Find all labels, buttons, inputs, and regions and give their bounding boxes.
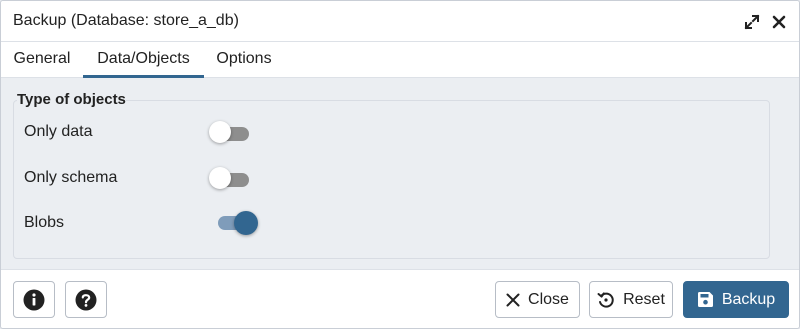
- tab-content: Type of objects Only data Only schema Bl…: [1, 79, 799, 269]
- backup-button-label: Backup: [721, 290, 776, 308]
- dialog-title: Backup (Database: store_a_db): [13, 12, 239, 29]
- close-button-label: Close: [528, 290, 569, 308]
- only-schema-toggle[interactable]: [209, 167, 251, 189]
- toggle-knob: [209, 167, 231, 189]
- type-of-objects-fieldset: [13, 100, 770, 259]
- toggle-knob: [234, 211, 258, 235]
- info-button[interactable]: [13, 281, 55, 318]
- blobs-label: Blobs: [24, 214, 65, 231]
- help-icon: [75, 289, 97, 310]
- tab-options[interactable]: Options: [207, 42, 281, 78]
- tab-general[interactable]: General: [3, 42, 81, 78]
- dialog-titlebar: Backup (Database: store_a_db): [1, 1, 799, 42]
- reset-icon: [597, 291, 614, 308]
- blobs-toggle[interactable]: [218, 211, 260, 235]
- dialog-footer: Close Reset Backup: [1, 269, 799, 328]
- backup-dialog: Backup (Database: store_a_db) General Da…: [0, 0, 800, 329]
- info-icon: [23, 289, 45, 310]
- only-data-label: Only data: [24, 123, 93, 140]
- only-data-toggle[interactable]: [209, 121, 251, 143]
- backup-button[interactable]: Backup: [683, 281, 789, 318]
- expand-icon[interactable]: [743, 13, 761, 31]
- close-x-icon: [506, 293, 520, 306]
- close-icon[interactable]: [770, 13, 788, 31]
- toggle-knob: [209, 121, 231, 143]
- reset-button-label: Reset: [623, 290, 665, 308]
- reset-button[interactable]: Reset: [589, 281, 673, 318]
- tab-bar: General Data/Objects Options: [1, 42, 799, 78]
- tab-data-objects[interactable]: Data/Objects: [83, 42, 204, 78]
- save-icon: [697, 292, 713, 307]
- help-button[interactable]: [65, 281, 107, 318]
- fieldset-legend: Type of objects: [17, 91, 126, 108]
- only-schema-label: Only schema: [24, 169, 118, 186]
- close-button[interactable]: Close: [495, 281, 580, 318]
